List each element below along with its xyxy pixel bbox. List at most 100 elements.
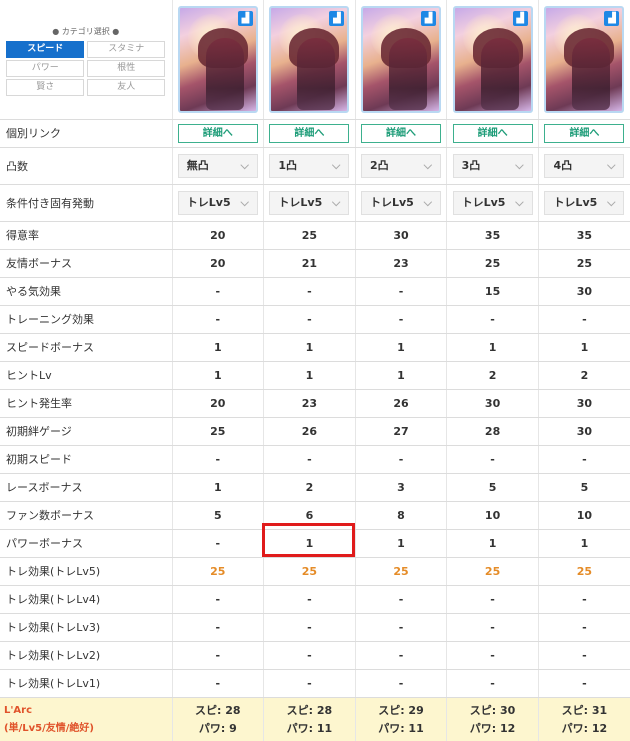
power-value: パワ: 11 bbox=[378, 722, 424, 735]
category-button-4[interactable]: 賢さ bbox=[6, 79, 85, 97]
stat-value: - bbox=[171, 641, 264, 670]
limit-break-select-cell: 無凸 ⌵ bbox=[171, 147, 264, 185]
scenario-label: L'Arc (単/Lv5/友情/絶好) bbox=[0, 697, 172, 741]
stat-value: - bbox=[171, 585, 264, 614]
card-column-0: ▟ bbox=[171, 0, 264, 120]
detail-link-button[interactable]: 詳細へ bbox=[544, 123, 625, 143]
stat-row: レースボーナス 1 2 3 5 5 bbox=[0, 473, 630, 502]
category-button-3[interactable]: 根性 bbox=[87, 60, 166, 78]
stat-value: 28 bbox=[446, 417, 539, 446]
limit-break-select-value: 2凸 bbox=[369, 158, 389, 172]
stat-row: 初期スピード - - - - - bbox=[0, 445, 630, 474]
stat-value: 1 bbox=[446, 529, 539, 558]
stat-value: - bbox=[171, 277, 264, 306]
stat-row: ヒント発生率 20 23 26 30 30 bbox=[0, 389, 630, 418]
stat-value: - bbox=[171, 305, 264, 334]
stat-label: トレーニング効果 bbox=[0, 305, 172, 334]
detail-link-button[interactable]: 詳細へ bbox=[452, 123, 533, 143]
category-selector: ● カテゴリ選択 ● スピード スタミナ パワー 根性 賢さ 友人 bbox=[0, 0, 172, 120]
header-row: ● カテゴリ選択 ● スピード スタミナ パワー 根性 賢さ 友人 ▟ ▟ ▟ ▟ ▟ bbox=[0, 0, 630, 120]
stat-label: トレ効果(トレLv5) bbox=[0, 557, 172, 586]
condition-select[interactable]: トレLv5 ⌵ bbox=[177, 190, 258, 215]
condition-select[interactable]: トレLv5 ⌵ bbox=[269, 190, 350, 215]
stat-label: 友情ボーナス bbox=[0, 249, 172, 278]
detail-link-button[interactable]: 詳細へ bbox=[360, 123, 441, 143]
category-button-0[interactable]: スピード bbox=[6, 41, 85, 59]
stat-value: - bbox=[354, 641, 447, 670]
stat-value: - bbox=[263, 585, 356, 614]
limit-break-select-cell: 4凸 ⌵ bbox=[537, 147, 630, 185]
limit-break-select-value: 1凸 bbox=[278, 158, 298, 172]
stat-label: レースボーナス bbox=[0, 473, 172, 502]
support-card-image[interactable]: ▟ bbox=[360, 5, 441, 113]
stat-value: 5 bbox=[446, 473, 539, 502]
category-title: ● カテゴリ選択 ● bbox=[52, 27, 120, 37]
card-character-figure bbox=[572, 37, 611, 110]
category-button-2[interactable]: パワー bbox=[6, 60, 85, 78]
stat-row: トレ効果(トレLv3) - - - - - bbox=[0, 613, 630, 642]
stat-label: パワーボーナス bbox=[0, 529, 172, 558]
limit-break-select[interactable]: 1凸 ⌵ bbox=[269, 153, 350, 178]
scenario-value-cell: スピ: 30 パワ: 12 bbox=[446, 697, 539, 741]
condition-select[interactable]: トレLv5 ⌵ bbox=[544, 190, 625, 215]
stat-value: 15 bbox=[446, 277, 539, 306]
stat-value: 1 bbox=[171, 361, 264, 390]
condition-select-cell: トレLv5 ⌵ bbox=[446, 184, 539, 222]
support-card-image[interactable]: ▟ bbox=[544, 5, 625, 113]
stat-value: - bbox=[446, 613, 539, 642]
stat-value: - bbox=[171, 613, 264, 642]
row-label-detail-link: 個別リンク bbox=[0, 119, 172, 148]
stat-value: 20 bbox=[171, 249, 264, 278]
limit-break-select[interactable]: 2凸 ⌵ bbox=[360, 153, 441, 178]
stat-row: トレ効果(トレLv1) - - - - - bbox=[0, 669, 630, 698]
selection-highlight-box bbox=[262, 523, 355, 557]
limit-break-select[interactable]: 無凸 ⌵ bbox=[177, 153, 258, 178]
limit-break-select-value: 4凸 bbox=[553, 158, 573, 172]
stat-label: 得意率 bbox=[0, 221, 172, 250]
category-button-1[interactable]: スタミナ bbox=[87, 41, 166, 59]
stat-row: トレ効果(トレLv5) 25 25 25 25 25 bbox=[0, 557, 630, 586]
condition-select-value: トレLv5 bbox=[186, 195, 231, 209]
stat-value: 25 bbox=[537, 557, 630, 586]
limit-break-select[interactable]: 3凸 ⌵ bbox=[452, 153, 533, 178]
card-character-figure bbox=[205, 37, 244, 110]
stat-row: 友情ボーナス 20 21 23 25 25 bbox=[0, 249, 630, 278]
stat-value: 25 bbox=[263, 557, 356, 586]
stat-value: 1 bbox=[354, 529, 447, 558]
scenario-value-cell: スピ: 29 パワ: 11 bbox=[354, 697, 447, 741]
condition-select[interactable]: トレLv5 ⌵ bbox=[360, 190, 441, 215]
chevron-down-icon: ⌵ bbox=[240, 195, 249, 209]
support-card-image[interactable]: ▟ bbox=[452, 5, 533, 113]
stat-value: 2 bbox=[263, 473, 356, 502]
stat-value: 35 bbox=[446, 221, 539, 250]
stat-row: トレ効果(トレLv2) - - - - - bbox=[0, 641, 630, 670]
stat-value: - bbox=[171, 445, 264, 474]
power-value: パワ: 11 bbox=[286, 722, 333, 735]
category-button-5[interactable]: 友人 bbox=[87, 79, 166, 97]
stat-row: トレーニング効果 - - - - - bbox=[0, 305, 630, 334]
stat-label: やる気効果 bbox=[0, 277, 172, 306]
stat-value: 1 bbox=[263, 361, 356, 390]
stat-value: 8 bbox=[354, 501, 447, 530]
stat-value: 2 bbox=[537, 361, 630, 390]
support-card-image[interactable]: ▟ bbox=[269, 5, 350, 113]
detail-link-button[interactable]: 詳細へ bbox=[269, 123, 350, 143]
stat-value: - bbox=[537, 445, 630, 474]
stat-value: 5 bbox=[171, 501, 264, 530]
detail-link-cell: 詳細へ bbox=[537, 119, 630, 148]
support-card-image[interactable]: ▟ bbox=[177, 5, 258, 113]
stat-value: 30 bbox=[537, 417, 630, 446]
stat-label: トレ効果(トレLv3) bbox=[0, 613, 172, 642]
condition-select-value: トレLv5 bbox=[369, 195, 414, 209]
shoe-icon: ▟ bbox=[420, 10, 436, 26]
stat-label: 初期スピード bbox=[0, 445, 172, 474]
chevron-down-icon: ⌵ bbox=[423, 158, 432, 172]
condition-select[interactable]: トレLv5 ⌵ bbox=[452, 190, 533, 215]
speed-value: スピ: 28 bbox=[195, 704, 241, 717]
stat-label: トレ効果(トレLv4) bbox=[0, 585, 172, 614]
limit-break-select[interactable]: 4凸 ⌵ bbox=[544, 153, 625, 178]
stat-value: - bbox=[446, 585, 539, 614]
stat-value: - bbox=[354, 585, 447, 614]
stat-value: 1 bbox=[537, 529, 630, 558]
detail-link-button[interactable]: 詳細へ bbox=[177, 123, 258, 143]
